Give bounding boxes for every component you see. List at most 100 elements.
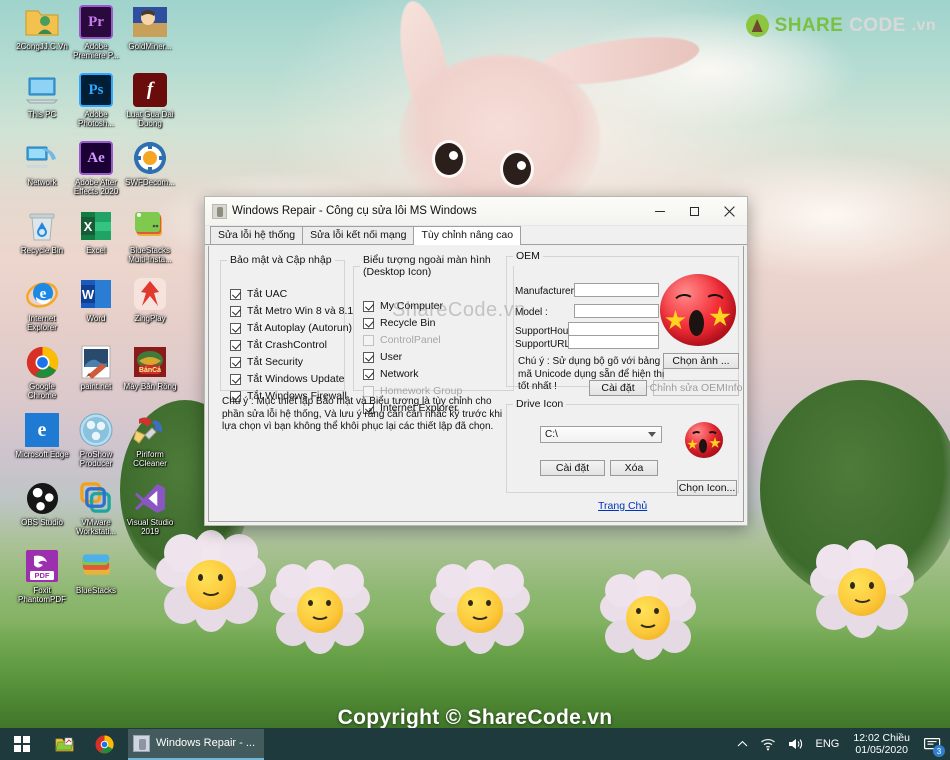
desktop-icon-foxit-phantompdf[interactable]: PDF Foxit PhantomPDF	[14, 548, 70, 604]
checkbox-box	[363, 300, 374, 312]
model-field[interactable]	[574, 304, 659, 318]
close-icon	[724, 205, 735, 217]
network-icon	[24, 140, 60, 176]
desktop-icon-bluestacks[interactable]: BlueStacks	[68, 548, 124, 595]
checkbox-disable-metro[interactable]: Tắt Metro Win 8 và 8.1	[230, 305, 353, 317]
desktop-icon-adobe-photoshop[interactable]: Ps Adobe Photosh...	[68, 72, 124, 128]
desktop-icon-flash[interactable]: f Luat Gua Dai Duong	[122, 72, 178, 128]
tabstrip[interactable]: Sửa lỗi hệ thống Sửa lỗi kết nối mạng Tù…	[205, 226, 747, 245]
checkbox-user[interactable]: User	[363, 351, 402, 363]
support-url-field[interactable]	[568, 335, 659, 349]
checkbox-disable-windows-update[interactable]: Tắt Windows Update	[230, 373, 344, 385]
desktop-icon-label: Adobe After Effects 2020	[73, 178, 119, 196]
desktop-icon-may-ban-rong[interactable]: BánCá Máy Bắn Rồng	[122, 344, 178, 391]
desktop-icon-obs-studio[interactable]: OBS Studio	[14, 480, 70, 527]
taskbar-google-chrome-icon[interactable]	[84, 728, 124, 760]
internet-explorer-icon: e	[24, 276, 60, 312]
desktop-icon-microsoft-word[interactable]: W Word	[68, 276, 124, 323]
desktop-icon-network[interactable]: Network	[14, 140, 70, 187]
oem-preview-smiley-icon	[660, 274, 736, 346]
minimize-button[interactable]	[642, 197, 677, 225]
desktop-icon-vmware-workstation[interactable]: VMware Workstati...	[68, 480, 124, 536]
window-titlebar[interactable]: Windows Repair - Công cụ sửa lỗi MS Wind…	[205, 197, 747, 226]
model-label: Model :	[515, 307, 548, 318]
tab-content-advanced: Bảo mật và Cập nhập Tắt UAC Tắt Metro Wi…	[208, 246, 744, 522]
desktop-icon-label: BlueStacks	[75, 586, 117, 595]
desktop-icon-zingplay[interactable]: ZingPlay	[122, 276, 178, 323]
homepage-link[interactable]: Trang Chủ	[598, 500, 647, 512]
choose-image-button[interactable]: Chọn ảnh ...	[663, 353, 739, 369]
wallpaper-flower	[430, 560, 530, 660]
tab-system-repair[interactable]: Sửa lỗi hệ thống	[210, 226, 304, 244]
desktop-icon-this-pc[interactable]: This PC	[14, 72, 70, 119]
checkbox-disable-autoplay[interactable]: Tắt Autoplay (Autorun)	[230, 322, 352, 334]
desktop-icon-label: paint.net	[80, 382, 112, 391]
logo-text-vn: .vn	[911, 16, 936, 34]
checkbox-disable-security[interactable]: Tắt Security	[230, 356, 303, 368]
tab-advanced-settings[interactable]: Tùy chỉnh nâng cao	[413, 226, 522, 245]
checkbox-recycle-bin[interactable]: Recycle Bin	[363, 317, 435, 329]
desktop-icon-proshow-producer[interactable]: ProShow Producer	[68, 412, 124, 468]
desktop-icon-internet-explorer[interactable]: e Internet Explorer	[14, 276, 70, 332]
desktop-icon-google-chrome[interactable]: Google Chrome	[14, 344, 70, 400]
checkbox-box	[230, 339, 241, 351]
desktop-icon-swf-decompiler[interactable]: SWFDecom...	[122, 140, 178, 187]
tray-volume-button[interactable]	[782, 728, 810, 760]
start-button[interactable]	[0, 728, 44, 760]
advanced-warning-note: Chú ý : Mục thiết lập Bảo mật và Biểu tư…	[222, 396, 503, 432]
drive-icon-group-legend: Drive Icon	[516, 398, 564, 410]
adobe-premiere-icon: Pr	[78, 4, 114, 40]
desktop-icon-recycle-bin[interactable]: Recycle Bin	[14, 208, 70, 255]
drive-select-value: C:\	[545, 429, 558, 440]
desktop-icon-visual-studio[interactable]: Visual Studio 2019	[122, 480, 178, 536]
system-tray[interactable]: ENG 12:02 Chiều 01/05/2020 3	[731, 728, 950, 760]
checkbox-label: Tắt CrashControl	[247, 339, 327, 351]
checkbox-disable-crashcontrol[interactable]: Tắt CrashControl	[230, 339, 327, 351]
taskbar-clock[interactable]: 12:02 Chiều 01/05/2020	[845, 732, 918, 756]
checkbox-network[interactable]: Network	[363, 368, 419, 380]
tab-network-repair[interactable]: Sửa lỗi kết nối mạng	[302, 226, 415, 244]
desktop-icon-adobe-after-effects[interactable]: Ae Adobe After Effects 2020	[68, 140, 124, 196]
desktop-icon-goldminer[interactable]: GoldMiner...	[122, 4, 178, 51]
desktop-icon-adobe-premiere[interactable]: Pr Adobe Premiere P...	[68, 4, 124, 60]
checkbox-box	[363, 351, 374, 363]
choose-icon-button[interactable]: Chọn Icon...	[677, 480, 737, 496]
taskbar[interactable]: Windows Repair - ... ENG 12:02 Chiều 01/…	[0, 728, 950, 760]
desktop-icon-ccleaner[interactable]: Piriform CCleaner	[122, 412, 178, 468]
wallpaper-bunny-eye	[432, 140, 466, 178]
taskbar-active-task[interactable]: Windows Repair - ...	[128, 728, 265, 760]
desktop-icon-label: Piriform CCleaner	[133, 450, 167, 468]
manufacturer-field[interactable]	[574, 283, 659, 297]
drive-delete-button[interactable]: Xóa	[610, 460, 658, 476]
desktop-icon-bluestacks-multi-instance[interactable]: BlueStacks Multi-Insta...	[122, 208, 178, 264]
action-center-button[interactable]: 3	[918, 728, 946, 760]
checkbox-my-computer[interactable]: My Computer	[363, 300, 443, 312]
svg-text:W: W	[82, 287, 95, 302]
drive-select[interactable]: C:\	[540, 426, 662, 443]
taskbar-file-explorer-icon[interactable]	[44, 728, 84, 760]
oem-install-button[interactable]: Cài đặt	[589, 380, 647, 396]
clock-time: 12:02 Chiều	[853, 732, 910, 744]
checkbox-label: User	[380, 351, 403, 363]
close-button[interactable]	[712, 197, 747, 225]
tray-language-indicator[interactable]: ENG	[810, 728, 846, 760]
checkbox-label: Tắt Metro Win 8 và 8.1	[247, 305, 354, 317]
support-url-label: SupportURL :	[515, 339, 576, 350]
tray-expand-button[interactable]	[731, 728, 754, 760]
desktop-icon-paint-net[interactable]: paint.net	[68, 344, 124, 391]
support-hours-field[interactable]	[568, 322, 659, 336]
desktop-icon-folder-user[interactable]: 2CongJJ.C.Vn	[14, 4, 70, 51]
drive-install-button[interactable]: Cài đặt	[540, 460, 605, 476]
file-explorer-icon	[55, 737, 73, 751]
windows-repair-window[interactable]: Windows Repair - Công cụ sửa lỗi MS Wind…	[204, 196, 748, 526]
drive-icon-group: Drive Icon C:\ Cài đặt Xóa Chọn Icon...	[506, 398, 739, 496]
desktop-icon-microsoft-excel[interactable]: X Excel	[68, 208, 124, 255]
desktop-icon-microsoft-edge[interactable]: e Microsoft Edge	[14, 412, 70, 459]
checkbox-disable-uac[interactable]: Tắt UAC	[230, 288, 287, 300]
desktop[interactable]: SHARE CODE .vn 2CongJJ.C.Vn Pr Adobe Premier…	[0, 0, 950, 760]
may-ban-rong-icon: BánCá	[132, 344, 168, 380]
tray-network-button[interactable]	[754, 728, 782, 760]
maximize-button[interactable]	[677, 197, 712, 225]
logo-text-code: CODE	[849, 14, 906, 36]
desktop-icon-group: Biểu tượng ngoài màn hình (Desktop Icon)…	[353, 254, 514, 414]
